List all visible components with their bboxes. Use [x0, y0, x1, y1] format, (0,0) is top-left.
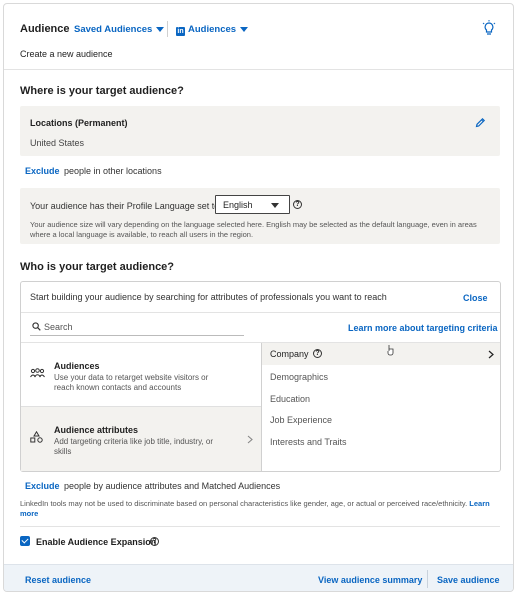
language-select[interactable]: English — [215, 195, 290, 214]
audience-attributes-option[interactable]: Audience attributes Add targeting criter… — [21, 406, 261, 471]
demographics-option[interactable]: Demographics — [270, 372, 328, 382]
audiences-option-desc: Use your data to retarget website visito… — [54, 373, 209, 392]
audiences-dropdown[interactable]: in Audiences — [176, 24, 249, 36]
chevron-down-icon — [240, 26, 249, 32]
help-icon[interactable]: ? — [293, 200, 302, 209]
search-icon — [32, 322, 41, 331]
panel-subtitle: Create a new audience — [20, 49, 113, 59]
language-select-value: English — [223, 200, 253, 210]
audience-expansion-label: Enable Audience Expansion — [36, 537, 157, 547]
locations-box: Locations (Permanent) United States — [20, 106, 500, 156]
audience-panel: Audience Saved Audiences in Audiences Cre… — [3, 3, 514, 592]
locations-value: United States — [30, 138, 85, 148]
exclude-attributes-note: people by audience attributes and Matche… — [64, 481, 281, 491]
footer-divider — [427, 570, 428, 588]
chevron-right-icon — [488, 350, 494, 359]
interests-traits-option[interactable]: Interests and Traits — [270, 437, 347, 447]
people-group-icon — [30, 368, 45, 378]
language-prompt: Your audience has their Profile Language… — [30, 201, 220, 211]
chevron-right-icon — [247, 435, 253, 444]
close-button[interactable]: Close — [463, 293, 488, 303]
who-heading: Who is your target audience? — [20, 261, 175, 273]
education-option[interactable]: Education — [270, 394, 310, 404]
search-input[interactable]: Search — [30, 319, 244, 336]
chevron-down-icon — [271, 203, 279, 208]
exclude-locations-link[interactable]: Exclude — [25, 166, 60, 176]
company-option[interactable]: Company ? — [262, 343, 500, 365]
help-icon[interactable]: ? — [313, 349, 322, 358]
exclude-locations-note: people in other locations — [64, 166, 162, 176]
job-experience-option[interactable]: Job Experience — [270, 415, 332, 425]
view-summary-button[interactable]: View audience summary — [318, 575, 422, 585]
panel-title: Audience — [20, 23, 70, 35]
audiences-option[interactable]: Audiences Use your data to retarget webs… — [21, 343, 261, 406]
shapes-icon — [30, 431, 43, 443]
lightbulb-icon[interactable] — [482, 20, 496, 36]
where-heading: Where is your target audience? — [20, 85, 184, 97]
saved-audiences-label: Saved Audiences — [74, 24, 153, 35]
chevron-down-icon — [156, 26, 165, 32]
linkedin-logo-icon: in — [176, 27, 185, 36]
audience-header: Audience Saved Audiences in Audiences Cre… — [4, 4, 513, 70]
language-note: Your audience size will vary depending o… — [30, 220, 477, 239]
edit-pencil-icon[interactable] — [475, 117, 486, 128]
company-label: Company — [270, 349, 309, 359]
targeting-card: Start building your audience by searchin… — [20, 281, 501, 472]
audiences-option-title: Audiences — [54, 361, 100, 371]
card-divider — [21, 312, 500, 313]
reset-audience-button[interactable]: Reset audience — [25, 575, 91, 585]
audience-attributes-title: Audience attributes — [54, 425, 139, 435]
header-divider — [167, 21, 168, 37]
disclaimer-text: LinkedIn tools may not be used to discri… — [20, 499, 505, 519]
exclude-attributes-link[interactable]: Exclude — [25, 481, 60, 491]
audiences-label: Audiences — [188, 24, 237, 35]
save-audience-button[interactable]: Save audience — [437, 575, 500, 585]
learn-more-targeting-link[interactable]: Learn more about targeting criteria — [348, 323, 498, 333]
saved-audiences-dropdown[interactable]: Saved Audiences — [74, 24, 165, 35]
language-box: Your audience has their Profile Language… — [20, 188, 500, 244]
audience-expansion-checkbox[interactable] — [20, 536, 30, 546]
help-icon[interactable]: ? — [150, 537, 159, 546]
audience-attributes-desc: Add targeting criteria like job title, i… — [54, 437, 214, 456]
disclaimer-body: LinkedIn tools may not be used to discri… — [20, 499, 468, 508]
mouse-cursor-icon — [387, 345, 394, 356]
locations-label: Locations (Permanent) — [30, 118, 128, 128]
targeting-prompt: Start building your audience by searchin… — [30, 292, 387, 302]
footer-bar: Reset audience View audience summary Sav… — [4, 564, 513, 591]
section-divider — [20, 526, 500, 527]
search-placeholder: Search — [44, 322, 73, 332]
